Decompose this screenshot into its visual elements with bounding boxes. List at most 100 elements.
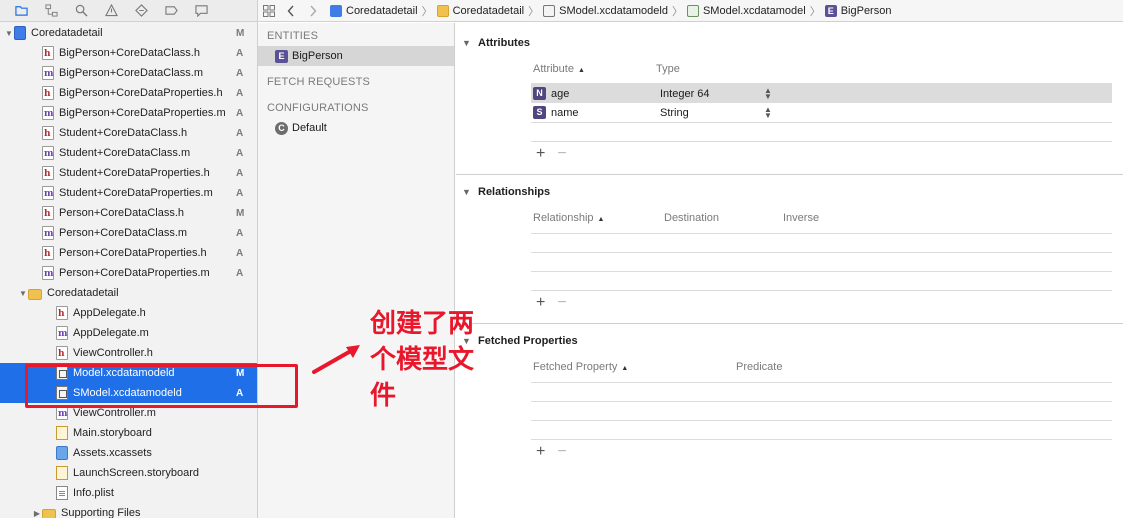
column-inverse[interactable]: Inverse [783, 212, 819, 224]
disclosure-down-icon[interactable]: ▼ [462, 38, 471, 48]
disclosure-down-icon[interactable]: ▼ [18, 289, 28, 298]
vcs-status-badge: A [236, 107, 244, 119]
remove-attribute-button[interactable]: − [557, 146, 566, 162]
add-attribute-button[interactable]: + [536, 146, 545, 162]
column-attribute[interactable]: Attribute ▲ [533, 63, 585, 75]
related-items-icon[interactable] [258, 0, 280, 22]
file-name: AppDelegate.h [73, 307, 146, 319]
entity-icon: E [824, 4, 837, 17]
file-row[interactable]: h Student+CoreDataClass.h A [0, 123, 257, 143]
breadcrumb-item[interactable]: SModel.xcdatamodeld 〉 [543, 3, 683, 19]
file-row[interactable]: ▼ Coredatadetail M [0, 23, 257, 43]
file-row[interactable]: m Person+CoreDataProperties.m A [0, 263, 257, 283]
breadcrumb-label: BigPerson [840, 4, 892, 17]
implementation-file-icon: m [42, 226, 54, 240]
file-name: Assets.xcassets [73, 447, 152, 459]
breadcrumb-label: SModel.xcdatamodeld [559, 4, 668, 17]
file-type-letter: m [44, 229, 54, 239]
column-relationship[interactable]: Relationship ▲ [533, 212, 604, 224]
file-row[interactable]: h Person+CoreDataProperties.h A [0, 243, 257, 263]
implementation-file-icon: m [42, 106, 54, 120]
file-row[interactable]: m Student+CoreDataProperties.m A [0, 183, 257, 203]
attribute-name[interactable]: age [551, 88, 569, 100]
disclosure-down-icon[interactable]: ▼ [4, 29, 14, 38]
file-name: Person+CoreDataClass.h [59, 207, 185, 219]
file-row[interactable]: m BigPerson+CoreDataClass.m A [0, 63, 257, 83]
attribute-row[interactable]: Nage Integer 64 ▲ ▼ [531, 84, 1112, 103]
attribute-row[interactable]: Sname String ▲ ▼ [531, 103, 1112, 122]
back-chevron-icon[interactable] [280, 0, 302, 22]
folder-icon[interactable] [6, 0, 36, 22]
file-type-letter: m [58, 329, 68, 339]
file-row[interactable]: m AppDelegate.m [0, 323, 257, 343]
configurations-header: CONFIGURATIONS [267, 102, 369, 114]
test-diamond-icon[interactable] [126, 0, 156, 22]
entity-outline: ENTITIES E BigPerson FETCH REQUESTS CONF… [258, 23, 455, 518]
configuration-item-default[interactable]: C Default [258, 118, 454, 138]
attribute-name[interactable]: name [551, 107, 579, 119]
file-row[interactable]: m Person+CoreDataClass.m A [0, 223, 257, 243]
popup-stepper-icon[interactable]: ▲ ▼ [764, 105, 772, 119]
file-row[interactable]: h BigPerson+CoreDataClass.h A [0, 43, 257, 63]
column-type[interactable]: Type [656, 63, 680, 75]
disclosure-right-icon[interactable]: ▶ [32, 509, 42, 518]
remove-relationship-button[interactable]: − [557, 295, 566, 311]
header-file-icon: h [56, 306, 68, 320]
file-row[interactable]: m BigPerson+CoreDataProperties.m A [0, 103, 257, 123]
hierarchy-icon[interactable] [36, 0, 66, 22]
file-type-letter: h [58, 349, 65, 359]
file-row[interactable]: LaunchScreen.storyboard [0, 463, 257, 483]
breadcrumb-item[interactable]: Coredatadetail 〉 [330, 3, 433, 19]
fetched-add-remove: + − [536, 444, 567, 460]
remove-fetched-property-button[interactable]: − [557, 444, 566, 460]
breadcrumb-item[interactable]: SModel.xcdatamodel 〉 [686, 3, 821, 19]
vcs-status-badge: A [236, 267, 244, 279]
attribute-type-select[interactable]: Integer 64 [660, 88, 710, 100]
attributes-section-title[interactable]: ▼ Attributes [462, 37, 530, 49]
sort-ascending-icon: ▲ [597, 216, 605, 223]
breadcrumb-item[interactable]: E BigPerson [824, 4, 892, 17]
file-row[interactable]: Assets.xcassets [0, 443, 257, 463]
file-row[interactable]: h Person+CoreDataClass.h M [0, 203, 257, 223]
file-name: LaunchScreen.storyboard [73, 467, 199, 479]
project-icon [14, 26, 26, 40]
vcs-status-badge: A [236, 127, 244, 139]
breadcrumb-label: Coredatadetail [452, 4, 525, 17]
file-row[interactable]: Main.storyboard [0, 423, 257, 443]
file-row[interactable]: h ViewController.h [0, 343, 257, 363]
add-fetched-property-button[interactable]: + [536, 444, 545, 460]
breadcrumb-item[interactable]: Coredatadetail 〉 [436, 3, 539, 19]
file-row[interactable]: ▶ Supporting Files [0, 503, 257, 518]
file-type-letter: m [44, 269, 54, 279]
popup-stepper-icon[interactable]: ▲ ▼ [764, 86, 772, 100]
breadcrumb: Coredatadetail 〉 Coredatadetail 〉 SModel.xcd… [330, 3, 895, 19]
add-relationship-button[interactable]: + [536, 295, 545, 311]
divider [531, 122, 1112, 123]
breakpoint-icon[interactable] [156, 0, 186, 22]
relationships-section-title[interactable]: ▼ Relationships [462, 186, 550, 198]
file-row[interactable]: ▼ Coredatadetail [0, 283, 257, 303]
disclosure-down-icon[interactable]: ▼ [462, 187, 471, 197]
divider [531, 439, 1112, 440]
column-predicate[interactable]: Predicate [736, 361, 782, 373]
forward-chevron-icon[interactable] [302, 0, 324, 22]
file-row[interactable]: h BigPerson+CoreDataProperties.h A [0, 83, 257, 103]
annotation-text: 创建了两个模型文件 [370, 309, 475, 411]
warning-icon[interactable] [96, 0, 126, 22]
entity-badge-icon: E [275, 49, 288, 63]
file-name: AppDelegate.m [73, 327, 149, 339]
column-destination[interactable]: Destination [664, 212, 719, 224]
entity-item-bigperson[interactable]: E BigPerson [258, 46, 454, 66]
file-row[interactable]: h Student+CoreDataProperties.h A [0, 163, 257, 183]
vcs-status-badge: A [236, 187, 244, 199]
column-fetched-property[interactable]: Fetched Property ▲ [533, 361, 628, 373]
project-navigator: ▼ Coredatadetail Mh BigPerson+CoreDataClass… [0, 0, 258, 518]
relationships-add-remove: + − [536, 295, 567, 311]
implementation-file-icon: m [56, 406, 68, 420]
file-row[interactable]: Info.plist [0, 483, 257, 503]
file-row[interactable]: m Student+CoreDataClass.m A [0, 143, 257, 163]
search-icon[interactable] [66, 0, 96, 22]
report-icon[interactable] [186, 0, 216, 22]
file-row[interactable]: h AppDelegate.h [0, 303, 257, 323]
attribute-type-select[interactable]: String [660, 107, 689, 119]
